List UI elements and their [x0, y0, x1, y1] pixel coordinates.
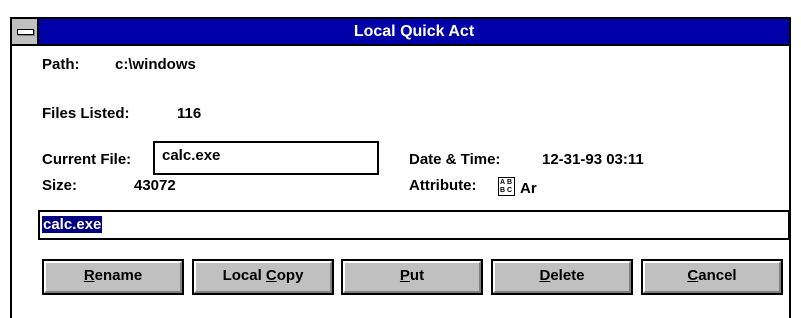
- path-value: c:\windows: [115, 56, 196, 73]
- local-quick-act-dialog: Local Quick Act Path: c:\windows Files L…: [10, 17, 791, 318]
- files-listed-label: Files Listed:: [42, 105, 130, 122]
- attribute-value: Ar: [520, 180, 537, 197]
- current-file-field: calc.exe: [153, 141, 379, 175]
- system-menu-button[interactable]: [12, 19, 39, 44]
- cancel-button[interactable]: Cancel: [641, 259, 783, 295]
- rename-button[interactable]: Rename: [42, 259, 184, 295]
- attribute-icon: AB BC: [498, 177, 515, 196]
- filename-selected-text: calc.exe: [42, 216, 103, 233]
- current-file-label: Current File:: [42, 151, 132, 168]
- put-button[interactable]: Put: [341, 259, 483, 295]
- attribute-label: Attribute:: [409, 177, 477, 194]
- title-bar[interactable]: Local Quick Act: [12, 19, 789, 46]
- attribute-display: AB BC Ar: [498, 177, 537, 197]
- size-value: 43072: [134, 177, 176, 194]
- files-listed-value: 116: [177, 105, 202, 122]
- delete-button[interactable]: Delete: [491, 259, 633, 295]
- system-menu-icon: [17, 29, 34, 35]
- date-time-label: Date & Time:: [409, 151, 501, 168]
- size-label: Size:: [42, 177, 78, 194]
- filename-input[interactable]: calc.exe: [38, 210, 790, 240]
- local-copy-button[interactable]: Local Copy: [192, 259, 334, 295]
- path-label: Path:: [42, 56, 80, 73]
- current-file-value: calc.exe: [162, 147, 221, 164]
- window-title: Local Quick Act: [353, 23, 475, 40]
- date-time-value: 12-31-93 03:11: [542, 151, 644, 168]
